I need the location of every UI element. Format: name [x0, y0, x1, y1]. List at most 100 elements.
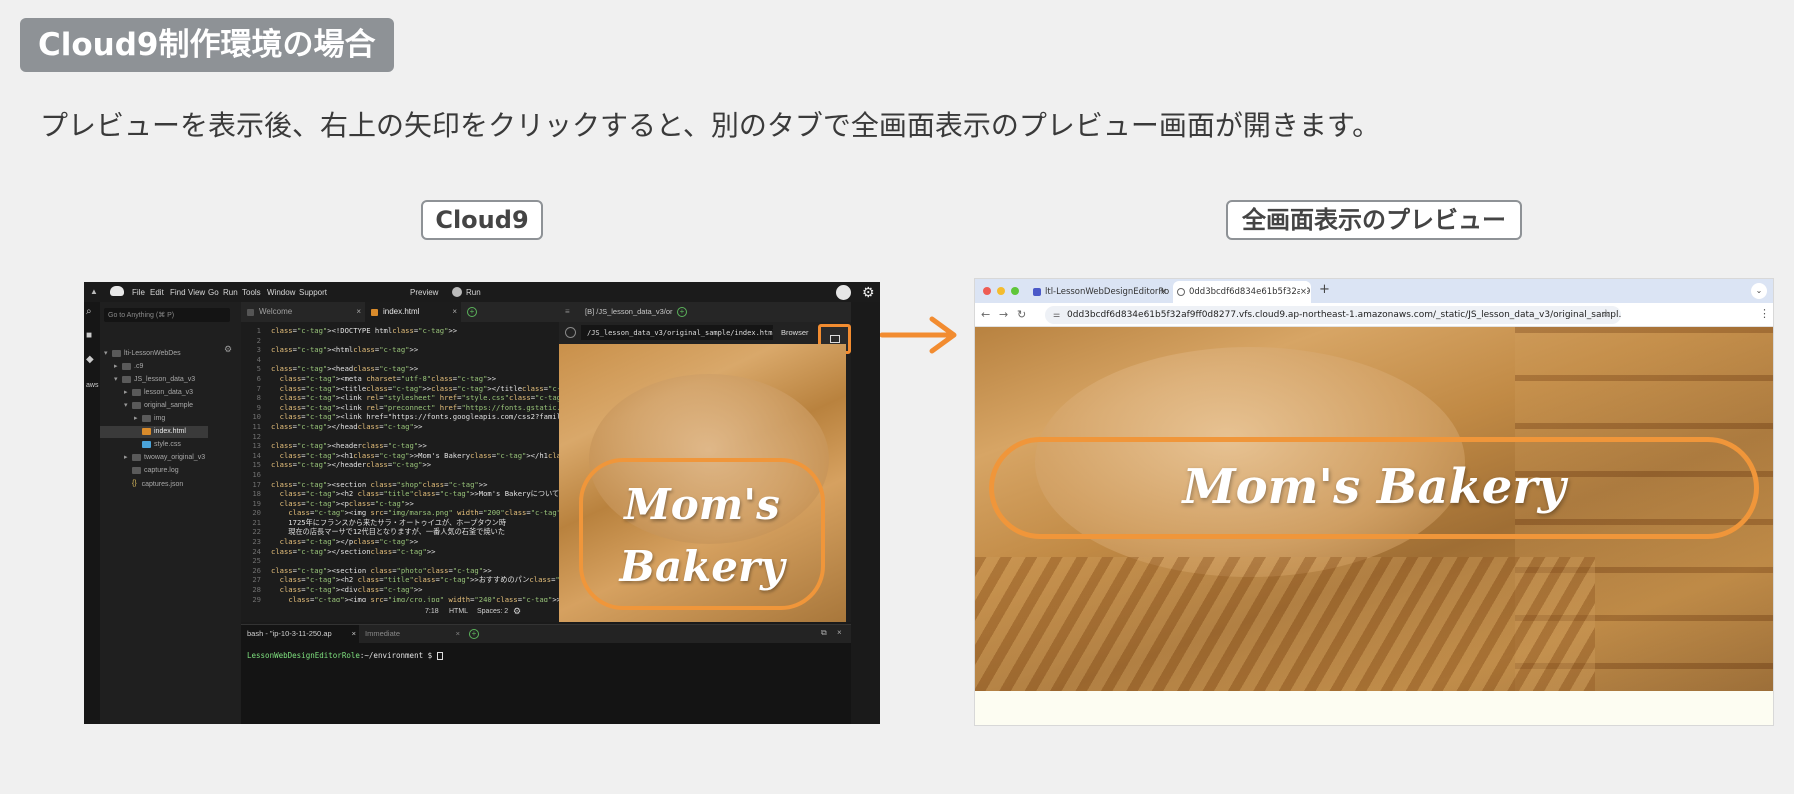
code-line[interactable]: 20 class="c-tag"><img src="img/marsa.png…	[241, 508, 559, 518]
language-mode[interactable]: HTML	[449, 608, 468, 615]
code-line[interactable]: 6 class="c-tag"><meta charset="utf-8"cla…	[241, 374, 559, 384]
window-minimize-button[interactable]	[997, 287, 1005, 295]
menu-file[interactable]: File	[132, 288, 145, 297]
goto-anything-input[interactable]: Go to Anything (⌘ P)	[104, 308, 230, 322]
window-close-button[interactable]	[983, 287, 991, 295]
tree-item-index-html[interactable]: index.html	[100, 426, 208, 438]
preview-menu[interactable]: Preview	[410, 288, 438, 297]
maximize-icon[interactable]: ⧉	[821, 628, 827, 638]
menu-support[interactable]: Support	[299, 288, 327, 297]
code-line[interactable]: 13 class="c-tag"><headerclass="c-tag">>	[241, 441, 559, 451]
tree-item-c9[interactable]: ▸ .c9	[114, 361, 143, 373]
add-tab-icon[interactable]: +	[469, 629, 479, 639]
cursor-position[interactable]: 7:18	[425, 608, 439, 615]
tab-welcome[interactable]: Welcome ×	[241, 302, 365, 322]
tab-bash[interactable]: bash - "ip-10-3-11-250.ap ×	[241, 625, 359, 643]
add-tab-icon[interactable]: +	[467, 307, 477, 317]
gear-icon[interactable]: ⚙	[862, 284, 875, 301]
code-line[interactable]: 28 class="c-tag"><divclass="c-tag">>	[241, 585, 559, 595]
code-line[interactable]: 29 class="c-tag"><img src="img/cro.jpg" …	[241, 595, 559, 602]
tree-item-js-lesson[interactable]: ▾ JS_lesson_data_v3	[114, 374, 195, 386]
code-line[interactable]: 25	[241, 556, 559, 566]
code-line[interactable]: 21 1725年にフランスから来たサラ・オートゥイユが、ホープタウン時	[241, 518, 559, 528]
more-menu-icon[interactable]: ⋮	[1759, 307, 1770, 320]
code-line[interactable]: 19 class="c-tag"><pclass="c-tag">>	[241, 499, 559, 509]
terminal-prompt[interactable]: LessonWebDesignEditorRole:~/environment …	[247, 651, 443, 660]
code-line[interactable]: 11 class="c-tag"></headclass="c-tag">>	[241, 422, 559, 432]
tree-item-capture-log[interactable]: capture.log	[132, 465, 179, 477]
tab-lesson-editor[interactable]: ltl-LessonWebDesignEditorRo ×	[1029, 281, 1171, 303]
tree-item-lesson-data[interactable]: ▸ lesson_data_v3	[124, 387, 193, 399]
pane-menu-icon[interactable]: ≡	[565, 307, 570, 316]
code-line[interactable]: 16	[241, 470, 559, 480]
menu-run[interactable]: Run	[223, 288, 238, 297]
menu-edit[interactable]: Edit	[150, 288, 164, 297]
back-icon[interactable]: ←	[981, 308, 990, 321]
close-icon[interactable]: ×	[356, 302, 361, 322]
close-icon[interactable]: ×	[452, 302, 457, 322]
tree-settings-icon[interactable]: ⚙	[224, 344, 232, 355]
tree-item-twoway[interactable]: ▸ twoway_original_v3	[124, 452, 205, 464]
environment-icon[interactable]: ■	[86, 330, 92, 341]
browser-dropdown[interactable]: Browser	[781, 328, 809, 337]
code-line[interactable]: 15 class="c-tag"></headerclass="c-tag">>	[241, 460, 559, 470]
search-icon[interactable]: ⌕	[86, 306, 92, 317]
code-line[interactable]: 27 class="c-tag"><h2 class="title"class=…	[241, 575, 559, 585]
code-line[interactable]: 4	[241, 355, 559, 365]
close-icon[interactable]: ×	[1299, 281, 1307, 303]
window-zoom-button[interactable]	[1011, 287, 1019, 295]
code-line[interactable]: 7 class="c-tag"><titleclass="c-tag">>cla…	[241, 384, 559, 394]
close-icon[interactable]: ×	[1160, 281, 1167, 303]
tab-immediate[interactable]: Immediate ×	[359, 625, 463, 643]
code-line[interactable]: 23 class="c-tag"></pclass="c-tag">>	[241, 537, 559, 547]
menu-go[interactable]: Go	[208, 288, 219, 297]
tab-preview[interactable]: [B] /JS_lesson_data_v3/orig	[575, 302, 673, 322]
forward-icon[interactable]: →	[999, 308, 1008, 321]
code-line[interactable]: 8 class="c-tag"><link rel="stylesheet" h…	[241, 393, 559, 403]
tree-item-style-css[interactable]: style.css	[142, 439, 181, 451]
menu-view[interactable]: View	[188, 288, 205, 297]
code-line[interactable]: 3 class="c-tag"><htmlclass="c-tag">>	[241, 345, 559, 355]
source-control-icon[interactable]: ◆	[86, 354, 94, 365]
add-tab-icon[interactable]: +	[677, 307, 687, 317]
new-tab-icon[interactable]: +	[1319, 282, 1330, 297]
preview-url-input[interactable]: /JS_lesson_data_v3/original_sample/index…	[581, 325, 773, 340]
run-icon[interactable]	[452, 287, 462, 297]
menu-tools[interactable]: Tools	[242, 288, 261, 297]
menu-window[interactable]: Window	[267, 288, 295, 297]
tab-index-html[interactable]: index.html ×	[365, 302, 461, 322]
code-line[interactable]: 5 class="c-tag"><headclass="c-tag">>	[241, 364, 559, 374]
code-line[interactable]: 1 class="c-tag"><!DOCTYPE htmlclass="c-ta…	[241, 326, 559, 336]
collapse-caret-icon[interactable]: ▲	[90, 287, 98, 296]
code-line[interactable]: 10 class="c-tag"><link href="https://fon…	[241, 412, 559, 422]
code-area[interactable]: 1 class="c-tag"><!DOCTYPE htmlclass="c-ta…	[241, 326, 559, 602]
close-icon[interactable]: ×	[837, 628, 842, 637]
code-line[interactable]: 22 現在の店長マーサで12代目となりますが、一番人気の石釜で焼いた	[241, 527, 559, 537]
tree-item-original-sample[interactable]: ▾ original_sample	[124, 400, 193, 412]
tree-item-root[interactable]: ▾ lti-LessonWebDes	[104, 348, 181, 360]
code-line[interactable]: 26 class="c-tag"><section class="photo"cl…	[241, 566, 559, 576]
code-line[interactable]: 12	[241, 432, 559, 442]
code-line[interactable]: 24 class="c-tag"></sectionclass="c-tag">>	[241, 547, 559, 557]
aws-icon[interactable]: aws	[86, 382, 98, 389]
avatar[interactable]	[836, 285, 851, 300]
tree-item-img[interactable]: ▸ img	[134, 413, 165, 425]
tab-preview-fullscreen[interactable]: 0dd3bcdf6d834e61b5f32af9 ×	[1173, 281, 1311, 303]
reload-icon[interactable]: ↻	[1017, 308, 1026, 321]
editor-settings-icon[interactable]: ⚙	[513, 606, 521, 617]
close-icon[interactable]: ×	[352, 625, 356, 643]
site-settings-icon[interactable]: ⚌	[1053, 306, 1060, 324]
run-button[interactable]: Run	[466, 288, 481, 297]
code-line[interactable]: 18 class="c-tag"><h2 class="title"class=…	[241, 489, 559, 499]
code-line[interactable]: 2	[241, 336, 559, 346]
chevron-down-icon[interactable]: ⌄	[1751, 283, 1767, 299]
code-line[interactable]: 14 class="c-tag"><h1class="c-tag">>Mom's…	[241, 451, 559, 461]
address-bar[interactable]: ⚌ 0dd3bcdf6d834e61b5f32af9ff0d8277.vfs.c…	[1045, 306, 1621, 324]
tree-item-captures-json[interactable]: {} captures.json	[132, 478, 183, 490]
menu-find[interactable]: Find	[170, 288, 186, 297]
indent-setting[interactable]: Spaces: 2	[477, 608, 508, 615]
code-line[interactable]: 9 class="c-tag"><link rel="preconnect" h…	[241, 403, 559, 413]
code-line[interactable]: 17 class="c-tag"><section class="shop"cla…	[241, 480, 559, 490]
bookmark-star-icon[interactable]: ☆	[1601, 307, 1611, 320]
reload-icon[interactable]	[565, 327, 576, 338]
